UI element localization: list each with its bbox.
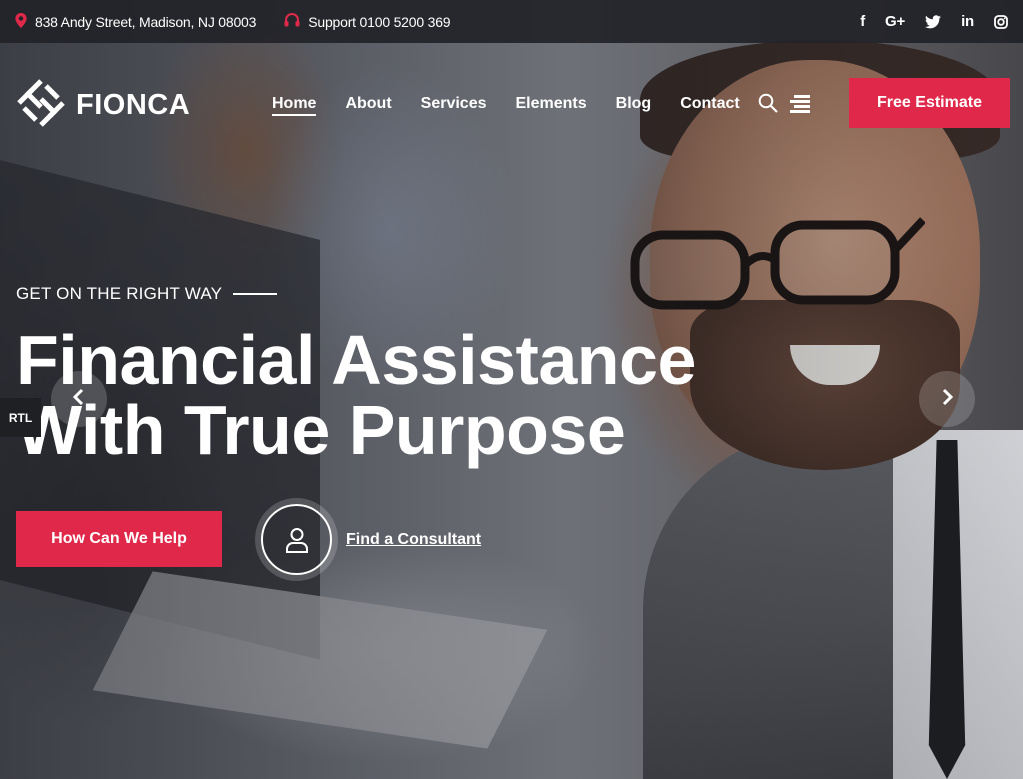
contact-info: 838 Andy Street, Madison, NJ 08003 Suppo… (15, 12, 451, 31)
twitter-icon[interactable] (925, 14, 942, 29)
brand-name: FIONCA (76, 89, 191, 121)
hero-eyebrow: GET ON THE RIGHT WAY (16, 284, 278, 304)
address-text: 838 Andy Street, Madison, NJ 08003 (35, 13, 257, 30)
nav-item-home[interactable]: Home (272, 95, 317, 116)
support-item: Support 0100 5200 369 (284, 13, 451, 30)
support-text: Support 0100 5200 369 (308, 13, 451, 30)
nav-item-contact[interactable]: Contact (680, 95, 740, 116)
nav-item-services[interactable]: Services (421, 95, 487, 116)
social-links: f G+ in (860, 13, 1008, 30)
chevron-right-icon (940, 388, 954, 411)
rtl-toggle-button[interactable]: RTL (0, 398, 41, 437)
map-pin-icon (15, 12, 27, 31)
linkedin-icon[interactable]: in (961, 13, 974, 30)
brand-logo[interactable]: FIONCA (16, 78, 190, 133)
eyebrow-text: GET ON THE RIGHT WAY (16, 284, 223, 303)
headline-line-2: With True Purpose (16, 391, 626, 469)
headset-icon (284, 13, 300, 30)
instagram-icon[interactable] (994, 14, 1008, 29)
top-bar: 838 Andy Street, Madison, NJ 08003 Suppo… (0, 0, 1023, 43)
hero-headline: Financial Assistance With True Purpose (16, 325, 696, 465)
address-item: 838 Andy Street, Madison, NJ 08003 (15, 12, 257, 31)
nav-item-blog[interactable]: Blog (616, 95, 652, 116)
eyebrow-divider (233, 293, 278, 295)
how-can-we-help-button[interactable]: How Can We Help (16, 511, 222, 567)
google-plus-icon[interactable]: G+ (885, 13, 905, 30)
logo-mark-icon (16, 78, 66, 133)
slider-next-button[interactable] (919, 371, 975, 427)
free-estimate-button[interactable]: Free Estimate (849, 78, 1010, 128)
nav-item-about[interactable]: About (345, 95, 391, 116)
find-consultant-link[interactable]: Find a Consultant (255, 498, 481, 581)
facebook-icon[interactable]: f (860, 13, 865, 30)
hamburger-menu-icon[interactable] (790, 95, 810, 118)
main-header: FIONCA Home About Services Elements Blog… (0, 43, 1023, 163)
nav-item-elements[interactable]: Elements (516, 95, 587, 116)
headline-line-1: Financial Assistance (16, 321, 696, 399)
user-icon[interactable] (255, 498, 338, 581)
main-nav: Home About Services Elements Blog Contac… (272, 95, 740, 116)
search-icon[interactable] (758, 93, 778, 118)
find-consultant-label[interactable]: Find a Consultant (346, 531, 481, 549)
